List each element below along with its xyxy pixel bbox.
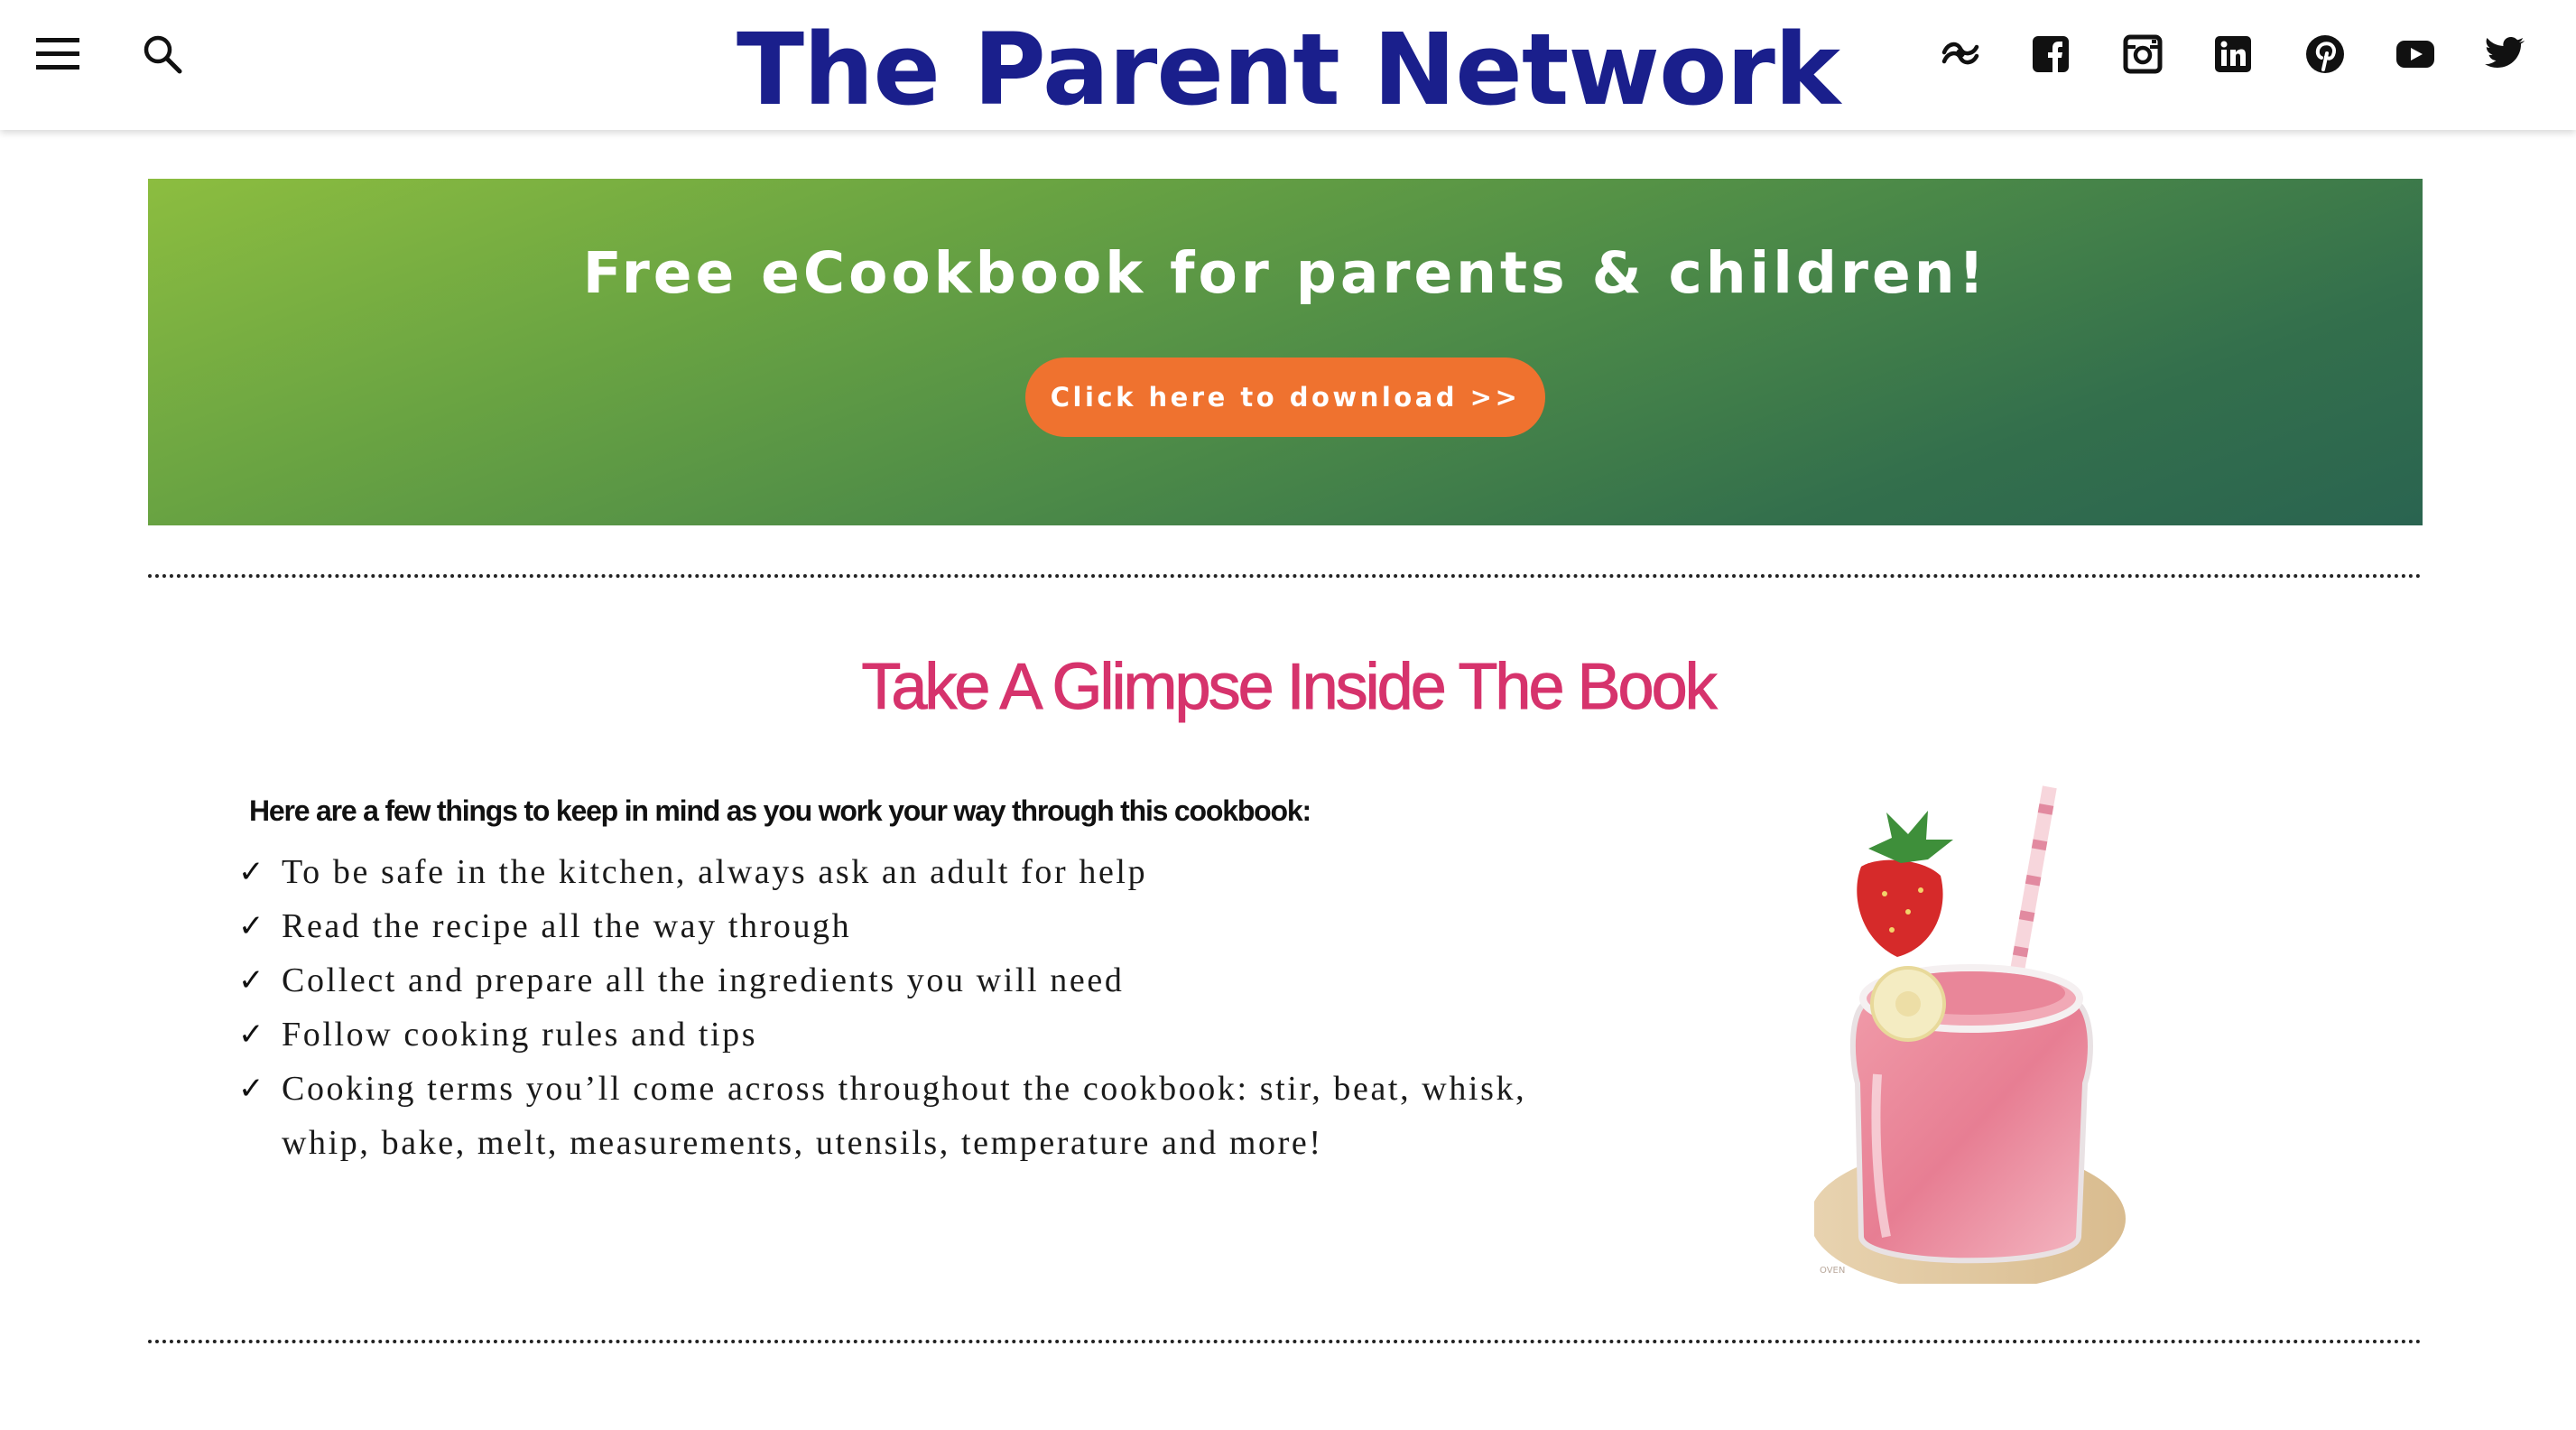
list-item: ✓ Cooking terms you’ll come across throug…	[236, 1062, 1590, 1170]
list-item: ✓ Collect and prepare all the ingredients…	[236, 953, 1590, 1008]
tip-text: Cooking terms you’ll come across through…	[282, 1070, 1527, 1162]
tip-text: To be safe in the kitchen, always ask an…	[282, 853, 1148, 891]
facebook-icon[interactable]	[2024, 27, 2078, 81]
twitter-icon[interactable]	[2479, 27, 2533, 81]
svg-text:OVEN: OVEN	[1820, 1266, 1845, 1276]
section-title: Take A Glimpse Inside The Book	[861, 651, 1718, 724]
download-button[interactable]: Click here to download >>	[1025, 358, 1545, 437]
check-icon: ✓	[238, 962, 267, 998]
pinterest-icon[interactable]	[2298, 27, 2352, 81]
ecookbook-banner: Free eCookbook for parents & children! C…	[148, 179, 2423, 525]
check-icon: ✓	[238, 1071, 267, 1107]
tip-text: Collect and prepare all the ingredients …	[282, 961, 1125, 999]
linkedin-icon[interactable]	[2206, 27, 2260, 81]
check-icon: ✓	[238, 908, 267, 944]
check-icon: ✓	[238, 1017, 267, 1053]
site-title-link[interactable]: The Parent Network	[737, 12, 1840, 127]
intro-text: Here are a few things to keep in mind as…	[249, 794, 1311, 827]
instagram-icon[interactable]	[2116, 27, 2170, 81]
site-title[interactable]: The Parent Network	[0, 13, 2576, 127]
tip-text: Follow cooking rules and tips	[282, 1016, 758, 1054]
divider-top	[148, 574, 2423, 578]
check-icon: ✓	[238, 854, 267, 890]
list-item: ✓ Read the recipe all the way through	[236, 899, 1590, 953]
list-item: ✓ Follow cooking rules and tips	[236, 1008, 1590, 1062]
custom-logo-icon[interactable]	[1933, 27, 1988, 81]
banner-title: Free eCookbook for parents & children!	[582, 240, 1988, 306]
smoothie-image: OVEN	[1814, 785, 2145, 1284]
list-item: ✓ To be safe in the kitchen, always ask a…	[236, 845, 1590, 899]
site-header: The Parent Network	[0, 0, 2576, 130]
tip-text: Read the recipe all the way through	[282, 907, 852, 945]
divider-bottom	[148, 1340, 2423, 1343]
tips-list: ✓ To be safe in the kitchen, always ask a…	[236, 845, 1590, 1170]
youtube-icon[interactable]	[2388, 27, 2442, 81]
